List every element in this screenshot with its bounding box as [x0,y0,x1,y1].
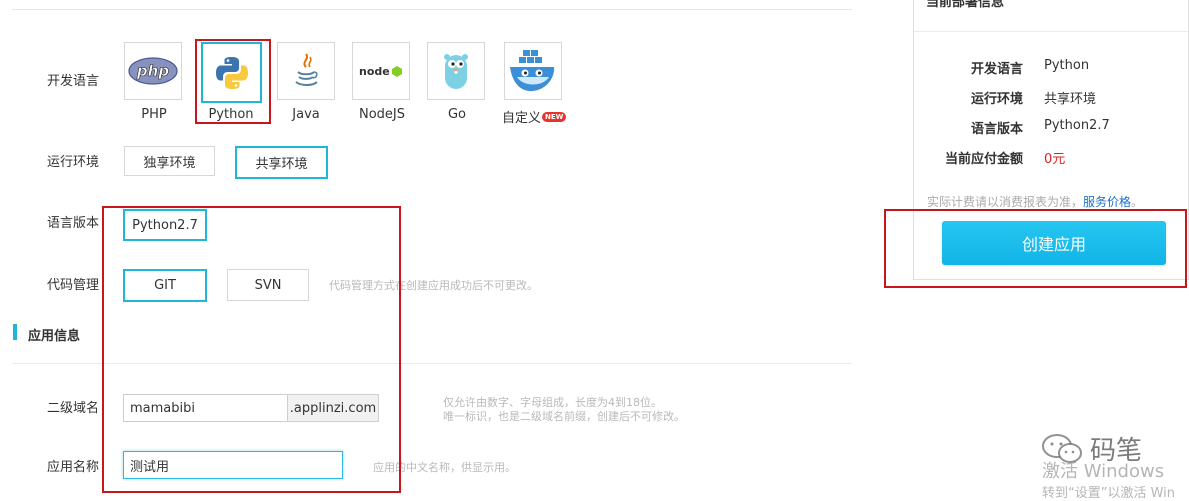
lang-name-php: PHP [141,107,167,122]
lang-name-go: Go [447,107,467,122]
app-section-title: 应用信息 [28,329,81,344]
java-logo-icon [295,53,318,86]
docker-whale-icon [510,50,555,92]
subdomain-label: 二级域名 [47,401,100,416]
summary-value-lang: Python [1044,58,1090,73]
lang-card-nodejs[interactable]: node [352,42,410,100]
summary-label-lang: 开发语言 [970,62,1023,77]
lang-name-custom: 自定义 [502,111,542,126]
summary-divider [914,31,1188,32]
new-badge: NEW [542,111,567,122]
highlight-box-form [102,206,401,493]
lang-name-nodejs: NodeJS [358,107,405,122]
code-label: 代码管理 [47,278,100,293]
svg-text:node: node [359,65,390,78]
lang-card-java[interactable] [277,42,335,100]
highlight-box-python [195,39,271,124]
highlight-box-create [884,209,1187,288]
svg-text:php: php [136,62,169,80]
summary-value-amount: 0元 [1044,152,1066,167]
summary-value-runtime: 共享环境 [1044,92,1097,107]
subdomain-hint-2: 唯一标识，也是二级域名前缀，创建后不可修改。 [443,410,685,423]
runtime-shared-button[interactable]: 共享环境 [235,146,328,179]
lang-card-php[interactable]: php [124,42,182,100]
php-logo-icon: php [128,57,178,85]
billing-note-text: 实际计费请以消费报表为准， [927,195,1084,209]
lang-card-go[interactable] [427,42,485,100]
go-gopher-icon [444,54,468,89]
summary-label-runtime: 运行环境 [970,92,1023,107]
lang-name-java: Java [292,107,320,122]
top-divider [12,9,852,10]
nodejs-logo-icon: node [359,65,402,78]
service-price-link[interactable]: 服务价格 [1083,195,1131,209]
appname-label: 应用名称 [47,460,100,475]
billing-note-end: 。 [1131,195,1144,209]
activate-windows-title: 激活 Windows [1042,461,1165,482]
summary-value-version: Python2.7 [1044,118,1110,133]
activate-windows-sub: 转到“设置”以激活 Win [1042,486,1176,501]
summary-label-amount: 当前应付金额 [944,152,1023,167]
summary-label-version: 语言版本 [970,122,1023,137]
lang-card-custom[interactable] [504,42,562,100]
summary-title: 当前部署信息 [926,0,1005,10]
runtime-label: 运行环境 [47,155,100,170]
billing-note: 实际计费请以消费报表为准，服务价格。 [927,193,1143,210]
version-label: 语言版本 [47,216,100,231]
dev-lang-label: 开发语言 [47,74,100,89]
lang-name-custom-wrap: 自定义 NEW [502,107,567,126]
section-accent-bar [13,324,17,340]
runtime-exclusive-button[interactable]: 独享环境 [124,146,215,176]
